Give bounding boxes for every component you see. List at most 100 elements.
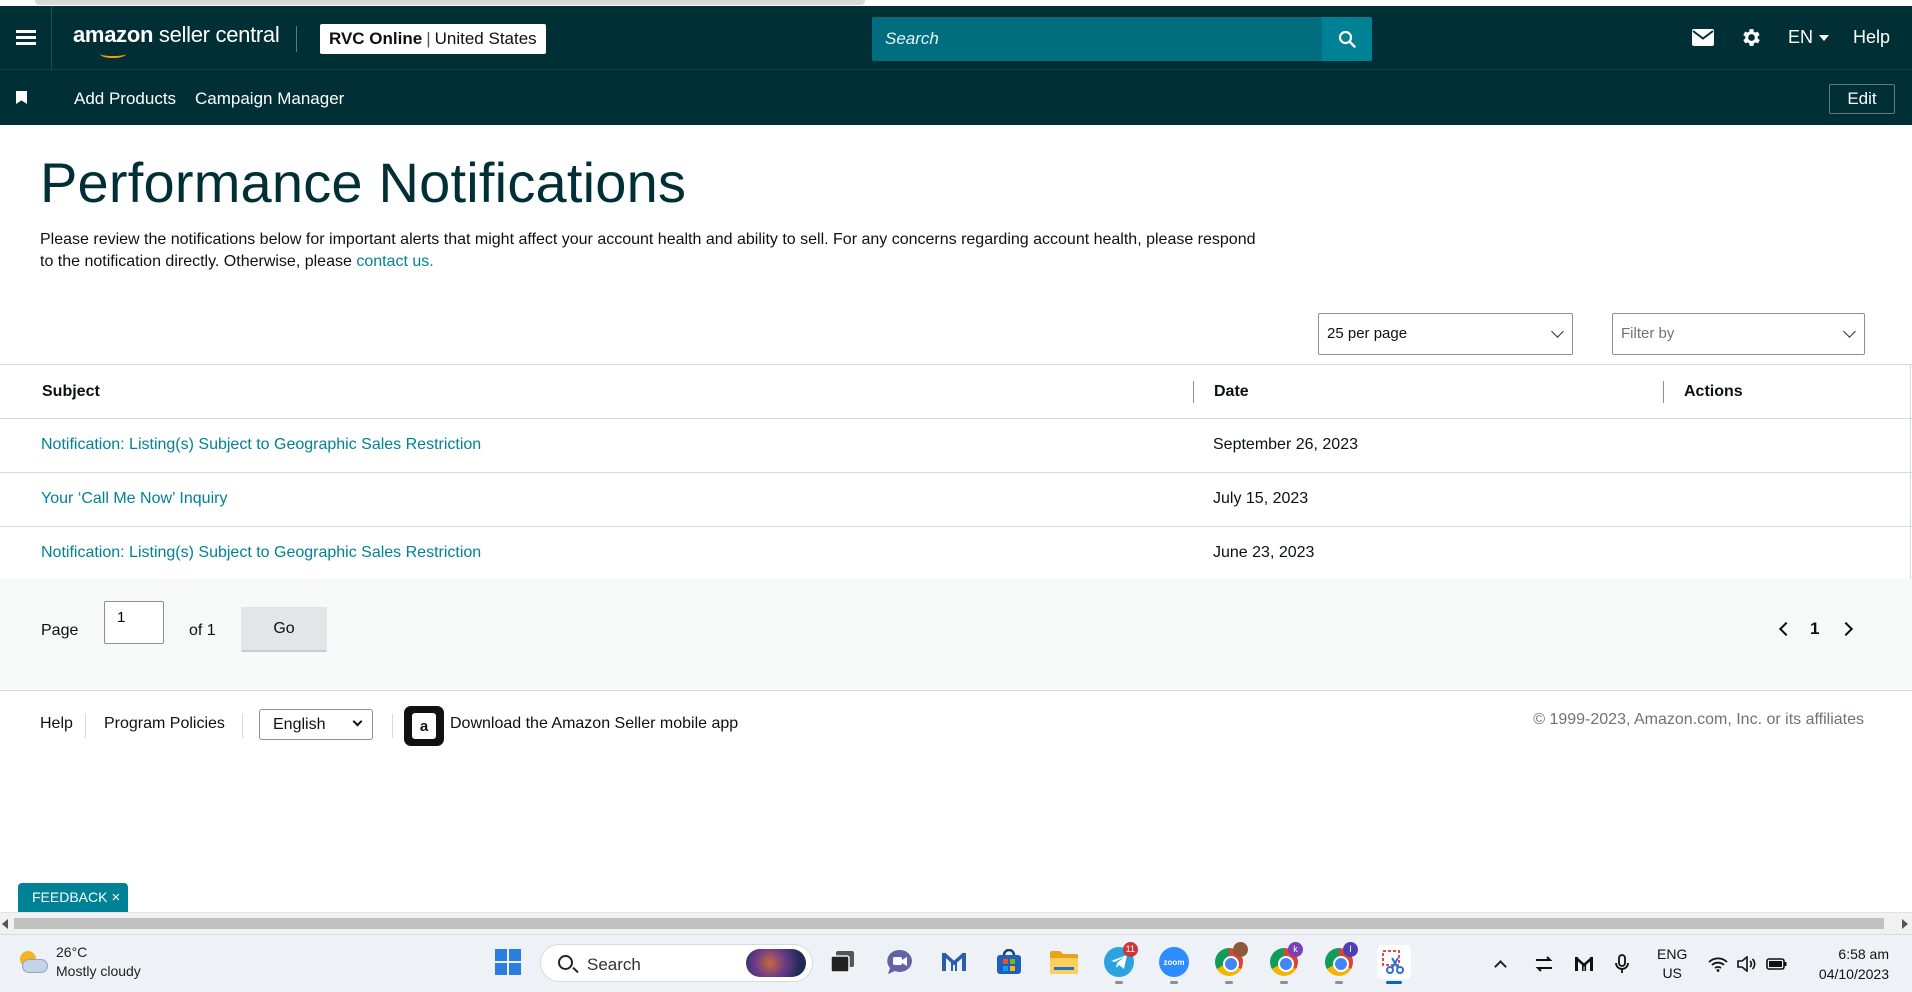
notification-badge: 11 xyxy=(1122,942,1138,957)
tray-app-button[interactable] xyxy=(1534,935,1554,992)
messages-button[interactable] xyxy=(1692,6,1714,69)
cloudy-weather-icon xyxy=(16,951,48,977)
notification-date: September 26, 2023 xyxy=(1213,436,1358,453)
page-count-label: of 1 xyxy=(189,622,216,639)
column-resize-handle[interactable] xyxy=(1663,381,1664,403)
program-policies-link[interactable]: Program Policies xyxy=(104,715,225,733)
table-border xyxy=(1910,364,1911,579)
teams-chat-button[interactable] xyxy=(882,945,916,979)
notification-subject-link[interactable]: Your ‘Call Me Now’ Inquiry xyxy=(41,490,227,508)
seller-central-logo[interactable]: amazon seller central xyxy=(73,22,280,58)
task-view-icon xyxy=(830,951,854,973)
microphone-button[interactable] xyxy=(1615,935,1629,992)
settings-button[interactable] xyxy=(1740,6,1763,69)
running-indicator xyxy=(1115,981,1123,984)
microphone-icon xyxy=(1615,954,1629,973)
taskbar-search-label: Search xyxy=(587,955,641,974)
chevron-left-icon[interactable] xyxy=(1778,621,1794,637)
taskbar: 26°C Mostly cloudy Search 11 zoom k I EN… xyxy=(0,934,1912,992)
gmail-tray-icon xyxy=(1575,957,1593,971)
current-page-number[interactable]: 1 xyxy=(1810,619,1819,639)
notification-date: June 23, 2023 xyxy=(1213,544,1315,561)
running-indicator xyxy=(1170,981,1178,984)
windows-icon xyxy=(495,949,521,975)
footer-language-select[interactable]: English xyxy=(259,709,373,740)
scrollbar-thumb[interactable] xyxy=(14,918,1884,929)
per-page-select[interactable]: 25 per page xyxy=(1318,313,1573,355)
quick-settings-button[interactable] xyxy=(1708,935,1788,992)
chrome-profile-1-button[interactable] xyxy=(1212,942,1248,984)
start-button[interactable] xyxy=(491,945,525,979)
chevron-right-icon[interactable] xyxy=(1838,621,1854,637)
hamburger-menu-button[interactable] xyxy=(0,6,52,69)
contact-us-link[interactable]: contact us. xyxy=(356,253,433,270)
task-view-button[interactable] xyxy=(826,945,860,979)
subnav-campaign-manager[interactable]: Campaign Manager xyxy=(195,89,344,109)
zoom-button[interactable]: zoom xyxy=(1157,945,1191,984)
microsoft-store-button[interactable] xyxy=(992,945,1026,979)
search-button[interactable] xyxy=(1322,17,1372,61)
header-date[interactable]: Date xyxy=(1214,383,1249,401)
top-nav: amazon seller central RVC Online | United … xyxy=(0,6,1912,69)
swap-arrows-icon xyxy=(1535,956,1553,972)
sub-nav: Add Products Campaign Manager Edit xyxy=(0,69,1912,125)
per-page-value: 25 per page xyxy=(1327,325,1408,342)
weather-desc: Mostly cloudy xyxy=(56,963,141,979)
chrome-profile-3-button[interactable]: I xyxy=(1322,942,1358,984)
chevron-down-icon xyxy=(352,716,363,727)
column-resize-handle[interactable] xyxy=(1193,381,1194,403)
account-separator: | xyxy=(426,29,431,48)
telegram-button[interactable]: 11 xyxy=(1102,942,1138,984)
download-app-link[interactable]: Download the Amazon Seller mobile app xyxy=(450,715,738,733)
pagination-bar: Page of 1 Go 1 xyxy=(0,579,1912,691)
input-region: US xyxy=(1662,965,1682,981)
notification-subject-link[interactable]: Notification: Listing(s) Subject to Geog… xyxy=(41,544,481,562)
profile-badge: k xyxy=(1288,942,1303,957)
help-link[interactable]: Help xyxy=(1853,6,1890,69)
notification-subject-link[interactable]: Notification: Listing(s) Subject to Geog… xyxy=(41,436,481,454)
close-icon[interactable]: × xyxy=(111,889,120,906)
account-switcher[interactable]: RVC Online | United States xyxy=(320,24,546,54)
header-subject[interactable]: Subject xyxy=(42,383,100,401)
tray-gmail-button[interactable] xyxy=(1574,935,1594,992)
language-selector[interactable]: EN xyxy=(1788,6,1830,69)
amazon-app-icon[interactable]: a xyxy=(404,706,444,746)
input-lang: ENG xyxy=(1657,946,1688,962)
footer-help-link[interactable]: Help xyxy=(40,715,73,733)
go-button[interactable]: Go xyxy=(241,607,327,652)
gmail-icon xyxy=(942,952,966,971)
scroll-right-arrow[interactable] xyxy=(1902,919,1908,929)
search-input[interactable] xyxy=(872,17,1322,61)
tray-overflow-button[interactable] xyxy=(1494,935,1507,992)
gear-icon xyxy=(1743,29,1760,46)
search-icon xyxy=(1338,30,1356,48)
chrome-profile-2-button[interactable]: k xyxy=(1267,942,1303,984)
page-label: Page xyxy=(41,622,79,639)
clock[interactable]: 6:58 am 04/10/2023 xyxy=(1795,944,1889,984)
input-language-button[interactable]: ENG US xyxy=(1657,935,1687,992)
scroll-left-arrow[interactable] xyxy=(2,919,8,929)
gmail-app-button[interactable] xyxy=(937,945,971,979)
horizontal-scrollbar[interactable] xyxy=(0,912,1912,934)
subnav-add-products[interactable]: Add Products xyxy=(74,89,176,109)
search-highlight-image xyxy=(746,949,806,977)
taskbar-search[interactable]: Search xyxy=(540,944,813,982)
divider xyxy=(85,714,86,738)
page-title: Performance Notifications xyxy=(40,151,687,214)
running-indicator xyxy=(1280,981,1288,984)
amazon-smile-icon xyxy=(100,50,126,58)
mail-icon xyxy=(1692,29,1714,46)
intro-text: Please review the notifications below fo… xyxy=(40,229,1270,273)
weather-widget[interactable]: 26°C Mostly cloudy xyxy=(16,943,141,981)
feedback-label: FEEDBACK xyxy=(32,889,108,905)
file-explorer-button[interactable] xyxy=(1047,945,1081,979)
bookmark-icon[interactable] xyxy=(16,91,27,104)
footer-language-value: English xyxy=(273,716,326,733)
page-number-input[interactable] xyxy=(104,601,164,644)
battery-icon xyxy=(1766,958,1787,970)
chevron-down-icon xyxy=(1551,325,1564,338)
snipping-tool-button[interactable] xyxy=(1377,945,1411,984)
feedback-tab[interactable]: FEEDBACK × xyxy=(18,883,129,912)
edit-bookmarks-button[interactable]: Edit xyxy=(1829,84,1895,114)
filter-select[interactable]: Filter by xyxy=(1612,313,1865,355)
